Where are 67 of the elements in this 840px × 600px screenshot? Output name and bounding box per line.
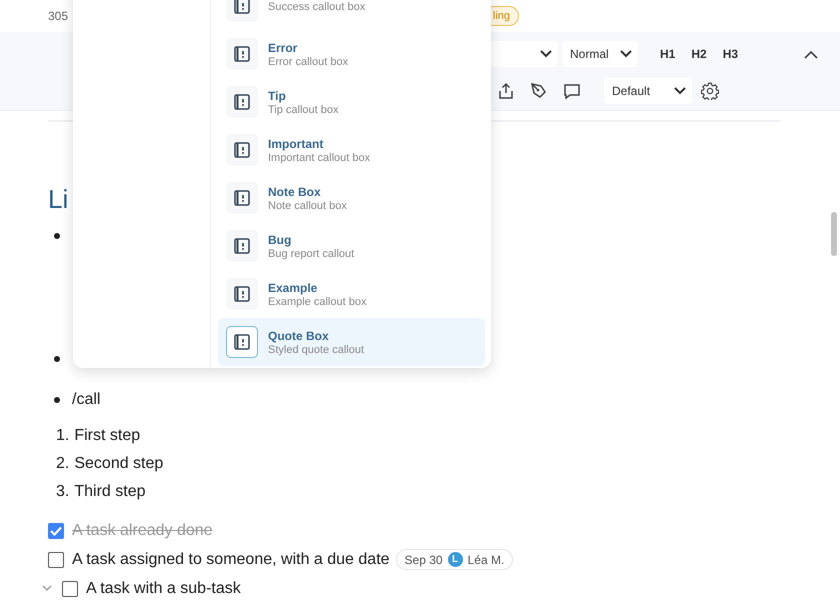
assignee-avatar: L	[448, 552, 463, 567]
callout-description: Important callout box	[268, 152, 370, 164]
callout-menu-item[interactable]: Quote Box Styled quote callout	[218, 318, 485, 366]
callout-icon	[226, 230, 258, 262]
task-checkbox[interactable]	[48, 522, 64, 538]
callout-menu-item[interactable]: Success callout box	[218, 0, 485, 30]
callout-menu-item[interactable]: Important Important callout box	[218, 126, 485, 174]
callout-title: Bug	[268, 232, 292, 246]
share-icon[interactable]	[497, 82, 515, 100]
chevron-down-icon	[674, 87, 686, 95]
callout-title: Quote Box	[268, 328, 330, 342]
callout-description: Error callout box	[268, 56, 348, 68]
pen-icon[interactable]	[530, 82, 548, 100]
heading-button[interactable]: H1	[656, 45, 680, 63]
chevron-down-icon	[620, 50, 632, 58]
heading-button[interactable]: H3	[718, 45, 742, 63]
list-item-text: Third step	[74, 483, 146, 501]
list-item-text: /call	[72, 391, 100, 409]
section-heading: Li	[48, 184, 68, 215]
settings-icon[interactable]	[701, 82, 719, 100]
theme-select[interactable]: Default	[604, 78, 692, 104]
callout-title: Note Box	[268, 184, 322, 198]
task-meta-chip[interactable]: Sep 30 L Léa M.	[396, 549, 514, 570]
callout-menu-item[interactable]: Tip Tip callout box	[218, 78, 485, 126]
text-style-select[interactable]: Normal	[562, 41, 638, 67]
callout-icon	[226, 86, 258, 118]
callout-description: Success callout box	[268, 0, 366, 12]
task-text: A task already done	[72, 522, 213, 540]
comment-icon[interactable]	[563, 82, 581, 100]
callout-menu-item[interactable]: Error Error callout box	[218, 30, 485, 78]
due-date: Sep 30	[404, 552, 443, 566]
assignee-name: Léa M.	[468, 552, 504, 566]
callout-title: Tip	[268, 88, 287, 102]
callout-description: Bug report callout	[268, 248, 354, 260]
callout-menu-item[interactable]: Bug Bug report callout	[218, 222, 485, 270]
scrollbar-thumb[interactable]	[831, 212, 837, 256]
callout-icon	[226, 134, 258, 166]
bullet-dot	[54, 397, 60, 403]
list-number: 1.	[56, 427, 70, 445]
task-text: A task with a sub-task	[86, 580, 241, 598]
callout-title: Error	[268, 40, 298, 54]
callout-icon	[226, 326, 258, 358]
expand-chevron-icon[interactable]	[42, 585, 52, 592]
heading-button[interactable]: H2	[687, 45, 711, 63]
task-checkbox[interactable]	[48, 552, 64, 568]
collapse-icon[interactable]	[804, 50, 818, 58]
callout-title: Example	[268, 280, 318, 294]
callout-menu-item[interactable]: Note Box Note callout box	[218, 174, 485, 222]
task-text: A task assigned to someone, with a due date	[72, 550, 390, 568]
callout-description: Example callout box	[268, 296, 366, 308]
callout-description: Styled quote callout	[268, 344, 364, 356]
bullet-dot	[54, 356, 60, 362]
callout-description: Tip callout box	[268, 104, 339, 116]
document-stats: 305	[48, 9, 68, 23]
callout-icon	[226, 278, 258, 310]
list-number: 2.	[56, 455, 70, 473]
callout-icon	[226, 38, 258, 70]
callout-icon	[226, 182, 258, 214]
callout-menu-item[interactable]: Example Example callout box	[218, 270, 485, 318]
callout-title: Important	[268, 136, 324, 150]
callout-description: Note callout box	[268, 200, 347, 212]
list-number: 3.	[56, 483, 70, 501]
list-item-text: First step	[74, 427, 140, 445]
list-item-text: Second step	[74, 455, 164, 473]
task-checkbox[interactable]	[62, 580, 78, 596]
chevron-down-icon	[540, 50, 552, 58]
bullet-dot	[54, 233, 60, 239]
